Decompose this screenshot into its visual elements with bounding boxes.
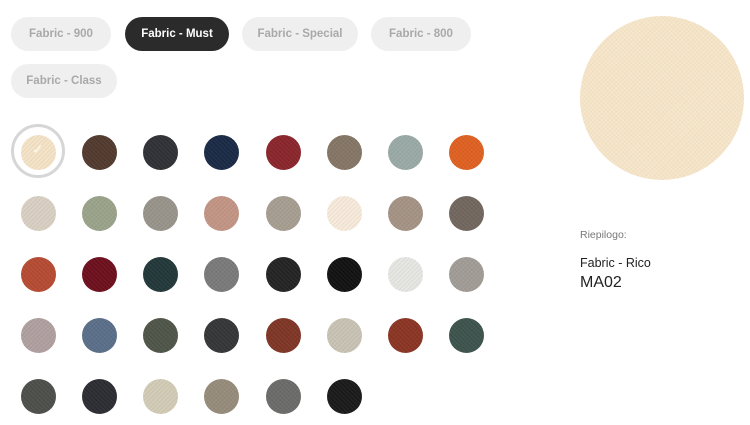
summary-name: Fabric - Rico [580,256,651,270]
fabric-swatch[interactable] [81,378,117,414]
fabric-swatch[interactable] [326,317,362,353]
fabric-swatch[interactable] [448,134,484,170]
fabric-swatch[interactable] [326,256,362,292]
fabric-swatch[interactable] [265,317,301,353]
fabric-swatch[interactable] [448,317,484,353]
check-icon: ✓ [32,142,44,158]
fabric-swatch[interactable] [142,134,178,170]
fabric-swatch[interactable] [142,317,178,353]
fabric-swatch[interactable] [203,256,239,292]
fabric-swatch[interactable] [20,195,56,231]
fabric-swatch[interactable] [142,256,178,292]
fabric-swatch[interactable] [387,256,423,292]
fabric-swatch[interactable] [387,317,423,353]
fabric-swatch[interactable] [81,134,117,170]
fabric-swatch[interactable] [448,195,484,231]
fabric-swatch[interactable] [20,378,56,414]
fabric-swatch[interactable] [142,378,178,414]
fabric-swatch[interactable] [20,256,56,292]
fabric-swatch[interactable] [203,195,239,231]
fabric-swatch[interactable] [265,134,301,170]
fabric-swatch[interactable] [81,195,117,231]
summary-code: MA02 [580,274,622,291]
fabric-swatch[interactable] [203,378,239,414]
fabric-swatch[interactable] [265,195,301,231]
fabric-swatch[interactable] [203,317,239,353]
fabric-swatch[interactable] [265,256,301,292]
fabric-swatch[interactable] [387,195,423,231]
fabric-swatch[interactable] [142,195,178,231]
fabric-preview [580,16,744,180]
summary-label: Riepilogo: [580,229,627,241]
fabric-swatch[interactable] [448,256,484,292]
fabric-swatch[interactable] [81,317,117,353]
fabric-swatch[interactable] [265,378,301,414]
fabric-swatch[interactable] [326,134,362,170]
fabric-swatch[interactable] [387,134,423,170]
fabric-swatch[interactable] [81,256,117,292]
fabric-swatch[interactable] [203,134,239,170]
swatch-grid: ✓ [0,0,560,425]
fabric-swatch[interactable] [326,195,362,231]
fabric-swatch[interactable] [326,378,362,414]
fabric-swatch[interactable] [20,317,56,353]
